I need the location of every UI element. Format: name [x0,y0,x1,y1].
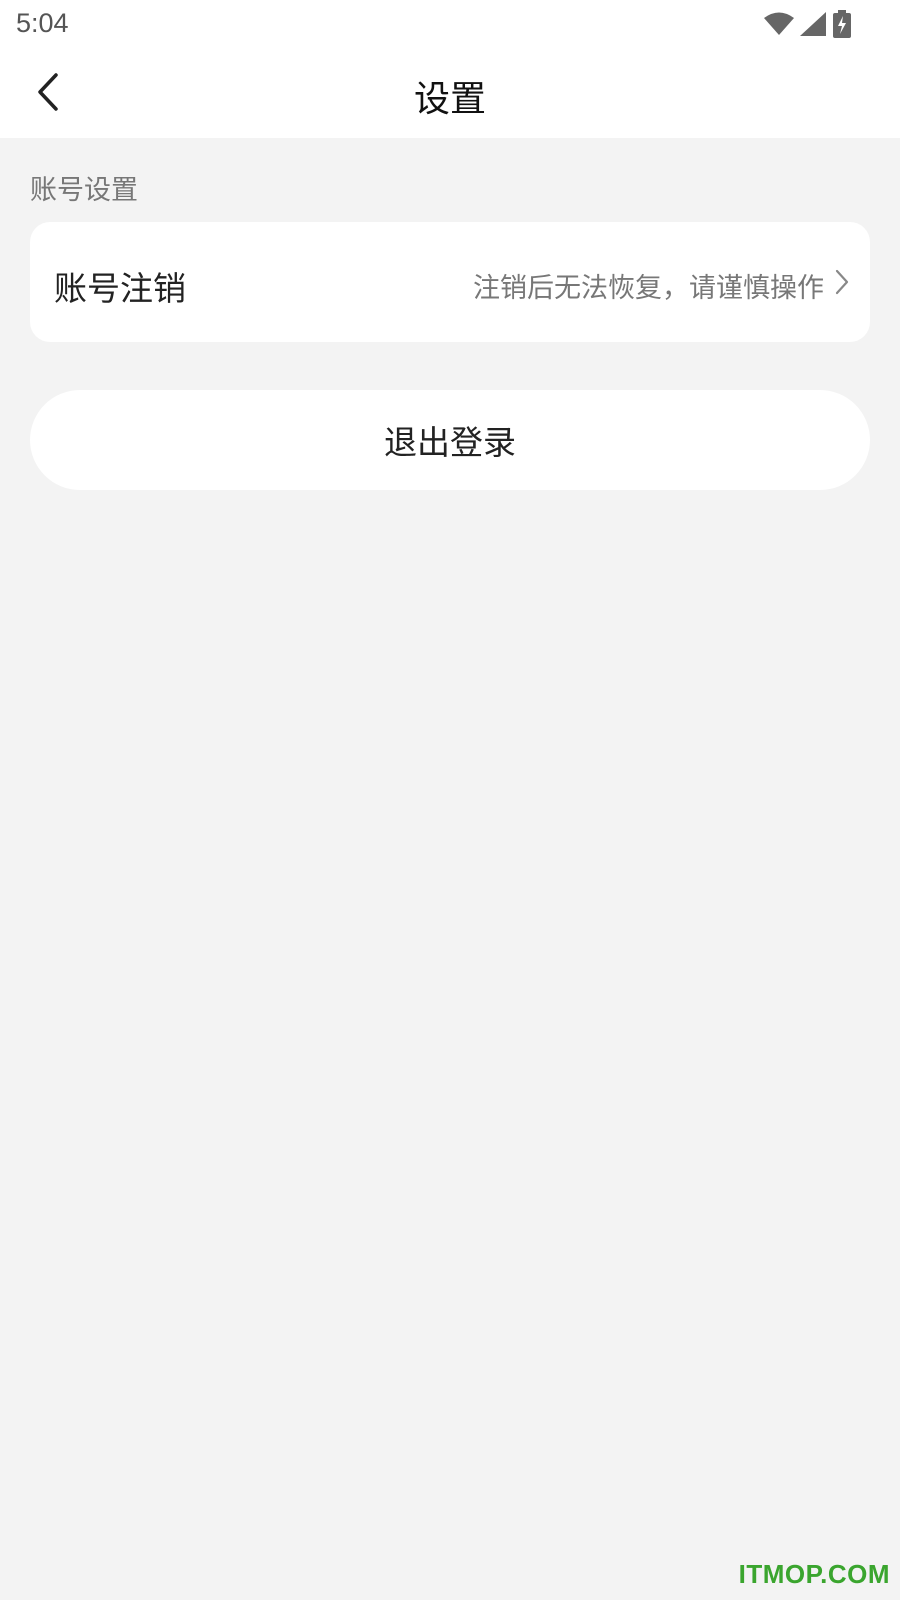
status-time: 5:04 [16,8,69,38]
page-title: 设置 [413,79,486,120]
signal-icon [800,12,826,40]
account-cancel-hint: 注销后无法恢复，请谨慎操作 [473,273,824,304]
status-bar: 5:04 [0,0,900,50]
account-cancel-label: 账号注销 [54,269,186,308]
wifi-icon [764,12,794,40]
battery-charging-icon [832,10,852,42]
chevron-right-icon [834,268,850,296]
nav-bar: 设置 [0,50,900,138]
watermark: ITMOP.COM [738,1559,890,1589]
account-cancel-item[interactable]: 账号注销 注销后无法恢复，请谨慎操作 [30,222,870,342]
section-title-account: 账号设置 [30,175,138,206]
status-icons [764,10,852,42]
logout-button[interactable]: 退出登录 [30,390,870,490]
